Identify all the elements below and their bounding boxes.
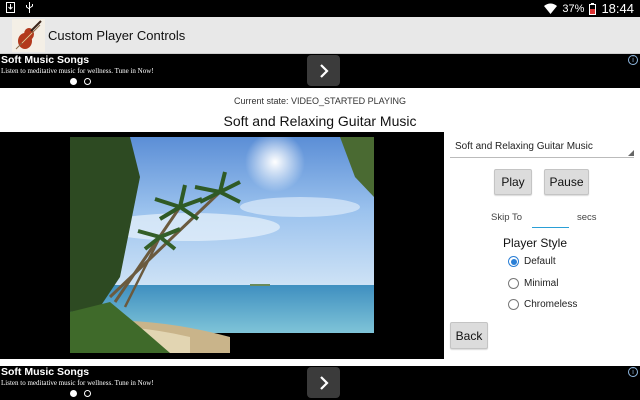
ad-next-button[interactable] — [307, 367, 340, 398]
ad-banner-bottom[interactable]: Soft Music Songs Listen to meditative mu… — [0, 366, 640, 400]
play-button[interactable]: Play — [494, 169, 532, 195]
radio-unselected-icon — [508, 278, 519, 289]
violin-icon — [12, 19, 45, 52]
video-select[interactable]: Soft and Relaxing Guitar Music — [450, 138, 634, 158]
radio-label: Chromeless — [524, 299, 578, 310]
video-select-value: Soft and Relaxing Guitar Music — [455, 141, 593, 152]
ad-next-button[interactable] — [307, 55, 340, 86]
app-title: Custom Player Controls — [48, 28, 186, 43]
player-state-text: Current state: VIDEO_STARTED PLAYING — [233, 96, 407, 106]
ad-pager-dot — [70, 78, 77, 85]
radio-label: Default — [524, 256, 556, 267]
secs-label: secs — [577, 212, 597, 223]
ad-pager-dot — [84, 78, 91, 85]
skip-to-label: Skip To — [491, 212, 522, 223]
video-title: Soft and Relaxing Guitar Music — [223, 113, 417, 129]
player-style-label: Player Style — [503, 236, 568, 250]
chevron-right-icon — [319, 63, 329, 78]
ad-text[interactable]: Listen to meditative music for wellness.… — [1, 379, 154, 387]
skip-to-input[interactable] — [532, 210, 569, 228]
controls-panel: Soft and Relaxing Guitar Music Play Paus… — [444, 132, 640, 359]
ad-pager-dot — [70, 390, 77, 397]
download-icon — [6, 2, 15, 13]
video-player[interactable] — [0, 132, 444, 359]
usb-icon — [26, 2, 33, 13]
ad-pager — [70, 390, 91, 397]
adchoices-icon[interactable]: i — [628, 367, 638, 377]
ad-title[interactable]: Soft Music Songs — [1, 54, 89, 66]
dropdown-arrow-icon — [628, 150, 634, 156]
ad-banner-top[interactable]: Soft Music Songs Listen to meditative mu… — [0, 54, 640, 88]
radio-selected-icon — [508, 256, 519, 267]
ad-pager-dot — [84, 390, 91, 397]
app-bar: Custom Player Controls — [0, 17, 640, 54]
status-bar: 37% 18:44 — [0, 0, 640, 17]
clock: 18:44 — [601, 1, 634, 16]
radio-label: Minimal — [524, 278, 559, 289]
radio-minimal[interactable]: Minimal — [508, 278, 558, 289]
radio-chromeless[interactable]: Chromeless — [508, 299, 577, 310]
ad-pager — [70, 78, 91, 85]
battery-percent: 37% — [562, 2, 585, 15]
chevron-right-icon — [319, 375, 329, 390]
pause-button[interactable]: Pause — [544, 169, 589, 195]
ad-text[interactable]: Listen to meditative music for wellness.… — [1, 67, 154, 75]
video-thumbnail[interactable] — [70, 137, 374, 353]
adchoices-icon[interactable]: i — [628, 55, 638, 65]
wifi-icon — [544, 3, 558, 14]
radio-unselected-icon — [508, 299, 519, 310]
battery-icon — [589, 2, 597, 15]
radio-default[interactable]: Default — [508, 256, 556, 267]
ad-title[interactable]: Soft Music Songs — [1, 366, 89, 378]
back-button[interactable]: Back — [450, 322, 488, 349]
